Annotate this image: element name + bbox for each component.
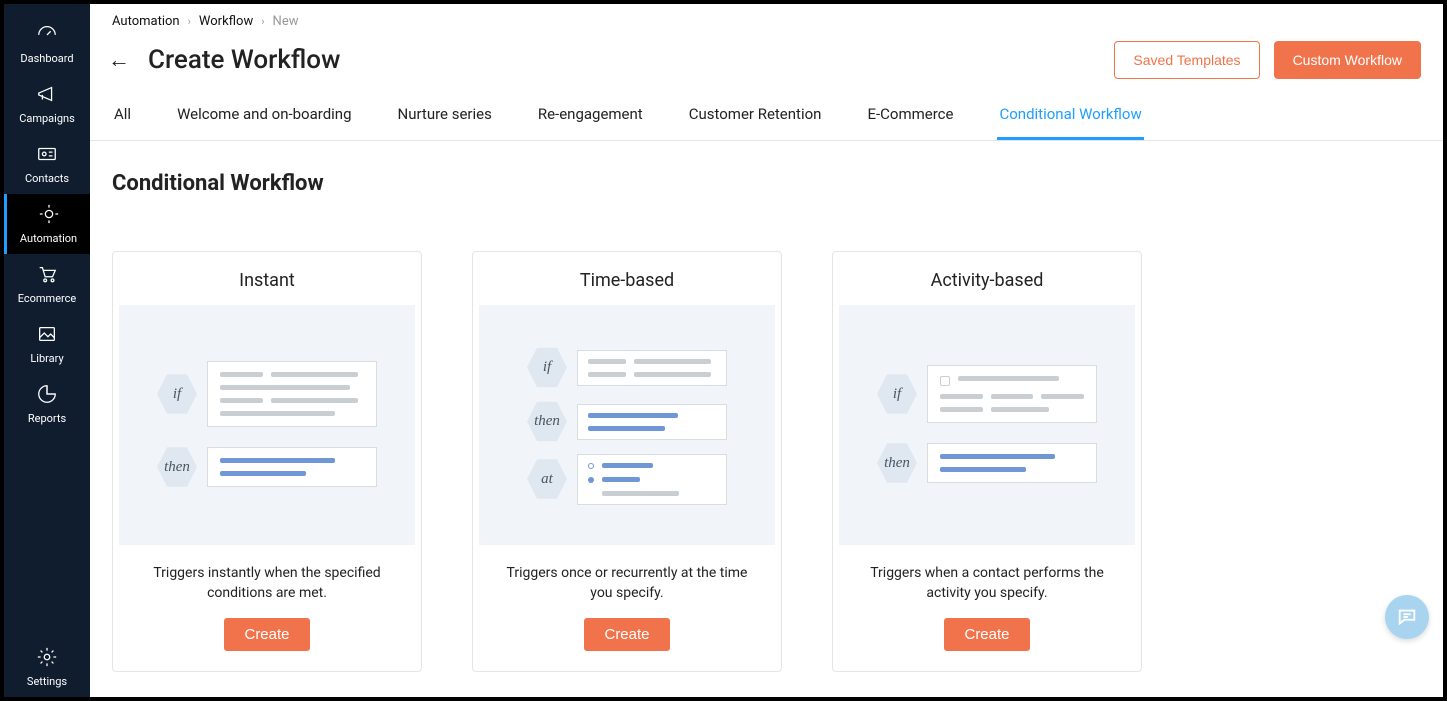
sidebar-item-reports[interactable]: Reports [4,374,90,434]
custom-workflow-button[interactable]: Custom Workflow [1274,41,1421,79]
card-title: Activity-based [833,252,1141,305]
card-figure: if then [839,305,1135,545]
sidebar-item-contacts[interactable]: Contacts [4,134,90,194]
sidebar-item-library[interactable]: Library [4,314,90,374]
sidebar-item-automation[interactable]: Automation [4,194,90,254]
card-figure: if then [119,305,415,545]
sidebar-item-label: Contacts [25,172,69,185]
chevron-right-icon: › [261,15,264,28]
back-button[interactable]: ← [108,47,130,73]
help-chat-button[interactable] [1385,595,1429,639]
sidebar: Dashboard Campaigns Contacts Automation … [4,4,90,697]
image-icon [36,323,58,348]
breadcrumb: Automation › Workflow › New [90,4,1443,29]
tab-all[interactable]: All [112,93,133,140]
sidebar-item-label: Automation [20,232,77,245]
card-figure: if then [479,305,775,545]
page-title: Create Workflow [148,45,340,75]
if-hex-icon: if [527,346,567,390]
sidebar-item-label: Reports [28,412,66,425]
tab-welcome[interactable]: Welcome and on-boarding [175,93,353,140]
then-hex-icon: then [877,441,917,485]
tab-nurture[interactable]: Nurture series [396,93,494,140]
cards-row: Instant if then [112,251,1421,672]
card-activitybased: Activity-based if then [832,251,1142,672]
card-timebased: Time-based if then [472,251,782,672]
create-timebased-button[interactable]: Create [584,618,669,651]
tab-conditional[interactable]: Conditional Workflow [997,93,1143,140]
sidebar-item-campaigns[interactable]: Campaigns [4,74,90,134]
card-instant: Instant if then [112,251,422,672]
card-description: Triggers once or recurrently at the time… [473,545,781,618]
breadcrumb-workflow[interactable]: Workflow [199,14,253,29]
sidebar-item-settings[interactable]: Settings [4,637,90,697]
tab-ecommerce[interactable]: E-Commerce [865,93,955,140]
sidebar-item-label: Library [30,352,63,365]
gear-icon [36,646,58,671]
card-description: Triggers when a contact performs the act… [833,545,1141,618]
breadcrumb-automation[interactable]: Automation [112,14,180,29]
card-description: Triggers instantly when the specified co… [113,545,421,618]
megaphone-icon [36,83,58,108]
sidebar-item-dashboard[interactable]: Dashboard [4,14,90,74]
at-hex-icon: at [527,457,567,501]
tab-reengagement[interactable]: Re-engagement [536,93,645,140]
cart-icon [36,263,58,288]
section-title: Conditional Workflow [112,171,1421,196]
page-header: ← Create Workflow Saved Templates Custom… [90,29,1443,93]
sidebar-item-label: Settings [27,675,67,688]
then-hex-icon: then [157,445,197,489]
if-hex-icon: if [877,372,917,416]
pie-chart-icon [36,383,58,408]
card-title: Time-based [473,252,781,305]
sidebar-item-label: Campaigns [19,112,75,125]
id-card-icon [36,143,58,168]
tabs: All Welcome and on-boarding Nurture seri… [90,93,1443,141]
sidebar-item-label: Dashboard [20,52,73,65]
if-hex-icon: if [157,372,197,416]
sidebar-item-label: Ecommerce [18,292,77,305]
main: Automation › Workflow › New ← Create Wor… [90,4,1443,697]
automation-icon [38,203,60,228]
create-instant-button[interactable]: Create [224,618,309,651]
then-hex-icon: then [527,400,567,444]
breadcrumb-new: New [273,14,299,29]
create-activitybased-button[interactable]: Create [944,618,1029,651]
card-title: Instant [113,252,421,305]
chat-icon [1396,606,1418,628]
sidebar-item-ecommerce[interactable]: Ecommerce [4,254,90,314]
tab-retention[interactable]: Customer Retention [687,93,824,140]
saved-templates-button[interactable]: Saved Templates [1114,41,1259,79]
content: Conditional Workflow Instant if [90,141,1443,697]
gauge-icon [36,23,58,48]
chevron-right-icon: › [188,15,191,28]
